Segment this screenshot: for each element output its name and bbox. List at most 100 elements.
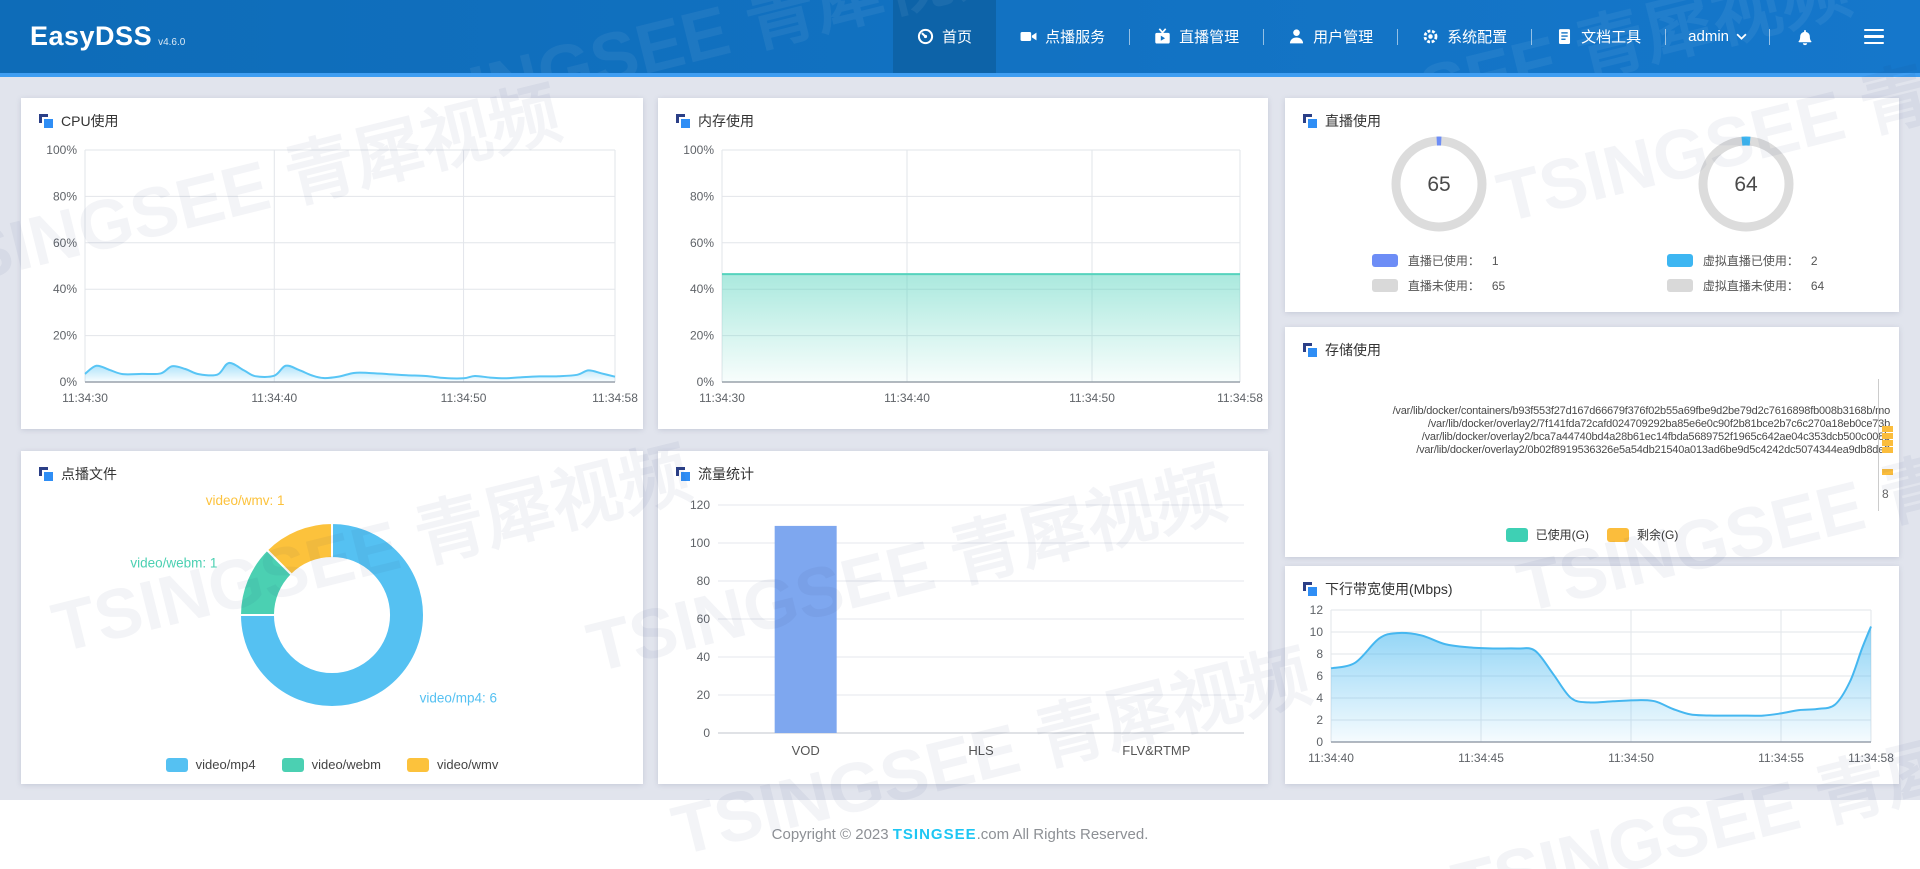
user-menu[interactable]: admin — [1666, 0, 1769, 73]
legend-value: 64 — [1810, 278, 1825, 293]
nav-item-vod-service[interactable]: 点播服务 — [996, 0, 1129, 73]
svg-text:0%: 0% — [697, 375, 715, 389]
svg-text:11:34:50: 11:34:50 — [441, 391, 487, 405]
svg-text:20%: 20% — [690, 329, 714, 343]
vod-files-panel: 点播文件 video/mp4: 6 video/webm: 1 video/wmv:… — [21, 451, 643, 784]
virtual-live-usage-gauge: 64 — [1698, 136, 1793, 232]
svg-text:80%: 80% — [690, 189, 714, 203]
legend-swatch — [1666, 254, 1693, 267]
nav-item-doc-tools[interactable]: 文档工具 — [1532, 0, 1665, 73]
copyright-suffix: .com All Rights Reserved. — [976, 826, 1149, 843]
svg-text:11:34:58: 11:34:58 — [1217, 391, 1263, 405]
svg-text:HLS: HLS — [968, 743, 994, 758]
nav-label: 直播管理 — [1179, 29, 1240, 46]
user-icon — [1290, 29, 1304, 44]
svg-text:FLV&RTMP: FLV&RTMP — [1122, 743, 1190, 758]
panel-title: 存储使用 — [1303, 340, 1381, 360]
legend-swatch — [1505, 527, 1528, 542]
live-usage-gauge: 65 — [1391, 136, 1486, 232]
svg-text:11:34:30: 11:34:30 — [62, 391, 108, 405]
panel-title-icon — [1303, 114, 1317, 128]
svg-text:20: 20 — [697, 688, 711, 702]
svg-text:11:34:50: 11:34:50 — [1608, 751, 1654, 765]
legend-label: 直播未使用： — [1407, 279, 1480, 293]
legend-swatch — [1371, 254, 1398, 267]
username: admin — [1688, 28, 1729, 45]
svg-text:6: 6 — [1316, 669, 1323, 683]
svg-text:40: 40 — [697, 650, 711, 664]
nav-item-user-management[interactable]: 用户管理 — [1264, 0, 1397, 73]
svg-text:60%: 60% — [53, 236, 77, 250]
storage-bar-fragment — [1882, 447, 1893, 453]
legend-item: video/wmv — [406, 757, 498, 772]
panel-title-text: 流量统计 — [698, 466, 754, 482]
nav-item-system-config[interactable]: 系统配置 — [1398, 0, 1531, 73]
svg-text:0%: 0% — [60, 375, 78, 389]
panel-title-icon — [39, 114, 53, 128]
svg-text:100%: 100% — [683, 143, 714, 157]
svg-text:40%: 40% — [53, 282, 77, 296]
app-version: v4.6.0 — [158, 37, 186, 48]
legend-label: 已使用(G) — [1535, 528, 1589, 542]
svg-text:120: 120 — [690, 498, 710, 512]
panel-title-text: CPU使用 — [61, 113, 119, 129]
svg-text:video/webm: 1: video/webm: 1 — [130, 556, 217, 571]
legend-value: 1 — [1491, 253, 1499, 268]
nav-label: 文档工具 — [1581, 29, 1642, 46]
memory-usage-panel: 内存使用 11:34:30 11:34:40 11:34:50 11:34:58 0% 2… — [658, 98, 1268, 429]
copyright-prefix: Copyright © 2023 — [771, 826, 893, 843]
storage-legend: 已使用(G) 剩余(G) — [1285, 526, 1899, 543]
svg-text:11:34:40: 11:34:40 — [884, 391, 930, 405]
svg-text:100: 100 — [690, 536, 710, 550]
panel-title-icon — [39, 467, 53, 481]
downlink-bandwidth-panel: 下行带宽使用(Mbps) 11:34:40 11:34:45 11:34:50 11:… — [1285, 566, 1899, 784]
panel-title-text: 直播使用 — [1325, 113, 1381, 129]
legend-label: 剩余(G) — [1637, 528, 1679, 542]
panel-title-icon — [676, 467, 690, 481]
nav-item-live-management[interactable]: 直播管理 — [1130, 0, 1263, 73]
svg-text:4: 4 — [1316, 691, 1323, 705]
legend-swatch — [1371, 279, 1398, 292]
storage-path-labels: /var/lib/docker/containers/b93f553f27d16… — [1289, 405, 1891, 457]
legend-label: video/mp4 — [195, 757, 256, 772]
panel-title: CPU使用 — [39, 111, 119, 131]
dashboard-page: TSINGSEE 青犀视频 TSINGSEE 青犀视频 EasyDSS v4.6… — [0, 0, 1920, 869]
legend-label: 虚拟直播未使用： — [1702, 279, 1799, 293]
nav-label: 系统配置 — [1447, 29, 1508, 46]
bell-icon — [1798, 29, 1812, 45]
app-name: EasyDSS — [30, 21, 153, 51]
svg-text:video/mp4: 6: video/mp4: 6 — [420, 691, 497, 706]
svg-text:12: 12 — [1310, 603, 1324, 617]
legend-item: video/mp4 — [165, 757, 256, 772]
gauge-legend: 直播已使用： 1 直播未使用： 65 — [1371, 244, 1505, 294]
storage-path: /var/lib/docker/containers/b93f553f27d16… — [1392, 405, 1891, 417]
panel-title-icon — [676, 114, 690, 128]
notifications-button[interactable] — [1770, 0, 1840, 73]
dashboard-icon — [917, 28, 934, 45]
storage-bar-fragment — [1882, 440, 1893, 446]
storage-axis-line — [1878, 379, 1879, 511]
svg-text:11:34:40: 11:34:40 — [1308, 751, 1354, 765]
legend-value: 2 — [1810, 253, 1818, 268]
chevron-down-icon — [1736, 33, 1747, 40]
nav-item-home[interactable]: 首页 — [893, 0, 997, 73]
nav-label: 首页 — [942, 29, 973, 46]
svg-text:VOD: VOD — [792, 743, 820, 758]
traffic-stats-panel: 流量统计 0 20 40 60 80 100 120 VOD HLS FLV&RTMP — [658, 451, 1268, 784]
header-accent-strip — [0, 73, 1920, 77]
hamburger-menu-button[interactable] — [1854, 28, 1894, 45]
legend-swatch — [406, 757, 429, 772]
panel-title: 内存使用 — [676, 111, 754, 131]
legend-row: 直播已使用： 1 — [1371, 252, 1505, 269]
cpu-usage-panel: CPU使用 11:34:30 11:34:40 11:34:50 11:34:58 0%… — [21, 98, 643, 429]
panel-title: 直播使用 — [1303, 111, 1381, 131]
legend-swatch — [1607, 527, 1629, 542]
memory-area-chart: 11:34:30 11:34:40 11:34:50 11:34:58 0% 20% 40%… — [683, 143, 1263, 405]
legend-row: 虚拟直播已使用： 2 — [1666, 252, 1824, 269]
storage-bar-fragment — [1882, 469, 1893, 475]
svg-text:11:34:45: 11:34:45 — [1458, 751, 1504, 765]
svg-text:11:34:50: 11:34:50 — [1069, 391, 1115, 405]
svg-text:11:34:58: 11:34:58 — [592, 391, 638, 405]
panel-title-text: 点播文件 — [61, 466, 117, 482]
vod-camera-icon — [1020, 32, 1037, 41]
